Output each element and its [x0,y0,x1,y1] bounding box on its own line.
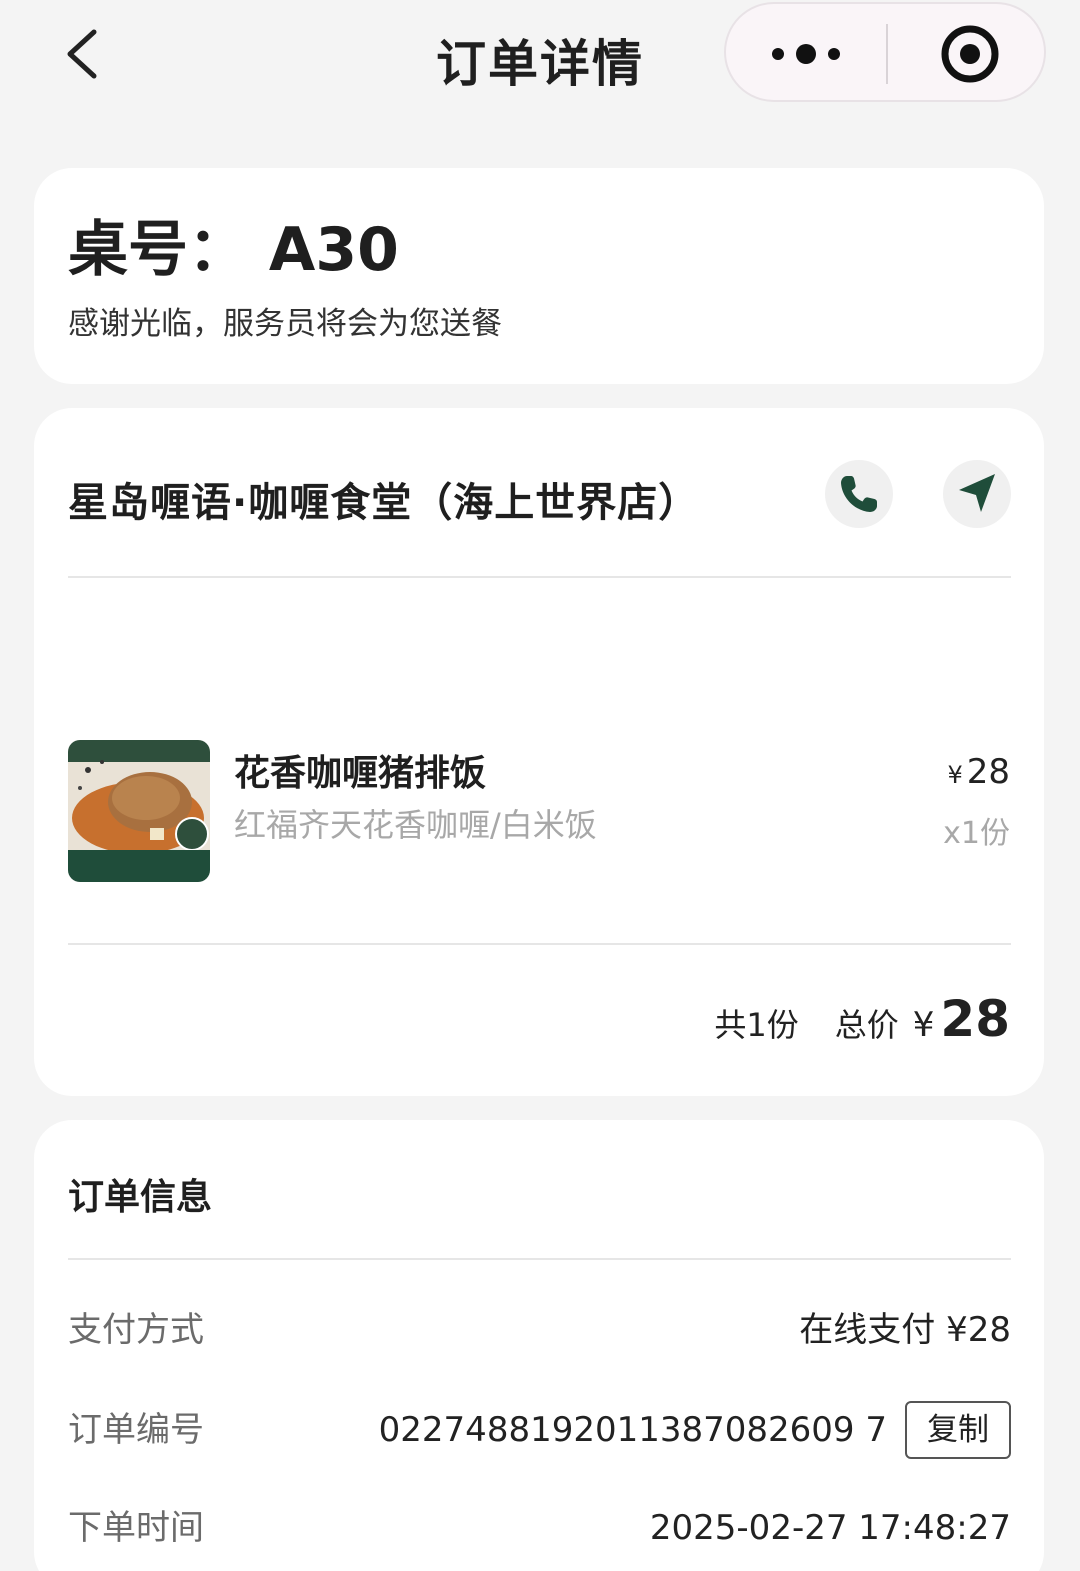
table-number: 桌号： A30 [68,215,399,285]
payment-method-row: 支付方式 在线支付 ¥28 [68,1300,1011,1360]
order-time-value: 2025-02-27 17:48:27 [649,1508,1011,1548]
dish-price: ¥28 [947,752,1010,792]
navigate-store-button[interactable] [943,460,1011,528]
total-label: 总价 [834,1006,899,1044]
dish-name: 花香咖喱猪排饭 [234,753,487,794]
order-info-title: 订单信息 [68,1177,213,1218]
more-button[interactable] [726,4,886,100]
payment-method-label: 支付方式 [68,1310,204,1350]
order-info-card: 订单信息 支付方式 在线支付 ¥28 订单编号 0227488192011387… [34,1120,1044,1571]
order-number-text: 0227488192011387082609 7 [378,1410,887,1450]
phone-icon [841,476,877,512]
order-number-value: 0227488192011387082609 7 复制 [379,1400,1011,1460]
divider [68,1258,1011,1260]
order-number-label: 订单编号 [68,1410,204,1450]
total-currency: ¥ [912,1005,935,1045]
divider [68,576,1011,578]
item-count: 共1份 [714,1006,799,1044]
order-time-label: 下单时间 [68,1508,204,1548]
navigation-bar: 订单详情 [0,0,1080,110]
target-close-icon [941,25,999,83]
call-store-button[interactable] [825,460,893,528]
order-card: 星岛喱语·咖喱食堂（海上世界店） 花香咖喱猪排饭 红福齐天花香咖喱/白米饭 ¥ … [34,408,1044,1096]
payment-method-value: 在线支付 ¥28 [799,1310,1011,1350]
navigation-arrow-icon [959,474,995,512]
order-detail-page: 订单详情 桌号： A30 感谢光临，服务员将会为您送餐 星岛喱语·咖喱食堂（海上… [0,0,1080,1571]
table-card: 桌号： A30 感谢光临，服务员将会为您送餐 [34,168,1044,384]
order-time-row: 下单时间 2025-02-27 17:48:27 [68,1498,1011,1558]
dish-price-value: 28 [966,752,1010,792]
copy-order-number-button[interactable]: 复制 [905,1401,1011,1459]
dish-image [68,740,210,882]
more-dots-icon [772,44,840,64]
store-name: 星岛喱语·咖喱食堂（海上世界店） [68,480,700,526]
dish-quantity: x1份 [943,816,1010,851]
dish-spec: 红福齐天花香咖喱/白米饭 [234,806,597,844]
miniprogram-capsule [724,2,1046,102]
order-number-row: 订单编号 0227488192011387082609 7 复制 [68,1400,1011,1460]
close-miniprogram-button[interactable] [888,4,1048,100]
service-message: 感谢光临，服务员将会为您送餐 [68,306,502,342]
divider [68,943,1011,945]
total-amount: 28 [940,990,1010,1048]
currency-symbol: ¥ [947,761,963,789]
order-summary: 共1份 总价 ¥ 28 [714,990,1010,1048]
